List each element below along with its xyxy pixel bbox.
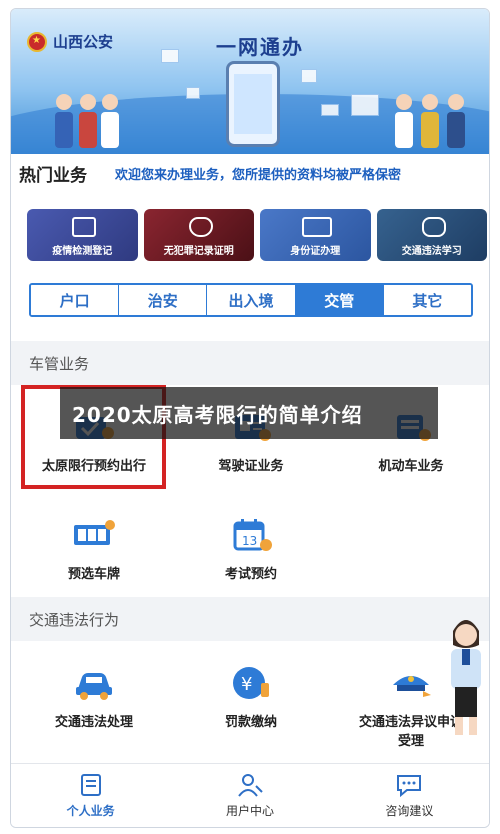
nav-label: 咨询建议 xyxy=(385,804,434,818)
police-cap-icon xyxy=(389,663,433,703)
license-plate-icon xyxy=(72,515,116,555)
chat-bubble-icon xyxy=(395,772,423,798)
banner-decoration xyxy=(186,87,200,99)
phone-illustration xyxy=(226,61,280,147)
svg-text:¥: ¥ xyxy=(241,674,252,695)
banner-title: 一网通办 xyxy=(216,35,304,59)
hot-card-label: 交通违法学习 xyxy=(401,246,462,257)
tab-public-security[interactable]: 治安 xyxy=(119,285,208,315)
hot-cards: 疫情检测登记 无犯罪记录证明 身份证办理 交通违法学习 xyxy=(27,209,487,261)
article-caption: 2020太原高考限行的简单介绍 xyxy=(60,387,438,439)
banner-logo-row: 山西公安 xyxy=(27,31,113,52)
service-label: 预选车牌 xyxy=(67,567,120,582)
vehicle-section-title: 车管业务 xyxy=(29,354,90,373)
violation-section-title: 交通违法行为 xyxy=(29,610,120,629)
violation-section-header: 交通违法行为 xyxy=(11,597,489,641)
form-edit-icon xyxy=(72,217,96,237)
tab-exit-entry[interactable]: 出入境 xyxy=(207,285,296,315)
customer-service-avatar[interactable] xyxy=(443,609,489,739)
hot-card-id-card[interactable]: 身份证办理 xyxy=(260,209,371,261)
nav-personal-business[interactable]: 个人业务 xyxy=(11,764,170,827)
car-icon xyxy=(421,217,446,237)
hot-section-title: 热门业务 xyxy=(19,165,87,186)
tab-hukou[interactable]: 户口 xyxy=(31,285,120,315)
banner-decoration xyxy=(351,94,379,116)
police-emblem-icon xyxy=(27,31,47,52)
person-illustration xyxy=(79,94,97,148)
nav-label: 用户中心 xyxy=(225,804,274,818)
service-violation-handling[interactable]: 交通违法处理 xyxy=(19,663,169,730)
top-banner: 山西公安 一网通办 xyxy=(11,9,489,154)
hot-card-traffic-study[interactable]: 交通违法学习 xyxy=(376,209,487,261)
nav-consult-advice[interactable]: 咨询建议 xyxy=(330,764,489,827)
bottom-navigation: 个人业务 用户中心 咨询建议 xyxy=(11,763,489,827)
hot-card-no-criminal-record[interactable]: 无犯罪记录证明 xyxy=(143,209,254,261)
person-illustration xyxy=(395,94,413,148)
person-illustration xyxy=(101,94,119,148)
svg-text:13: 13 xyxy=(242,534,257,548)
banner-decoration xyxy=(301,69,317,83)
hot-card-label: 无犯罪记录证明 xyxy=(163,246,234,257)
calendar-icon: 13 xyxy=(229,515,273,555)
service-label: 机动车业务 xyxy=(378,459,444,474)
hot-section-header: 热门业务 欢迎您来办理业务，您所提供的资料均被严格保密 xyxy=(11,155,489,191)
org-name: 山西公安 xyxy=(53,33,114,51)
service-label: 罚款缴纳 xyxy=(224,715,277,730)
person-illustration xyxy=(447,94,465,148)
document-stack-icon xyxy=(77,772,105,798)
person-illustration xyxy=(55,94,73,148)
banner-decoration xyxy=(161,49,179,63)
hot-card-label: 身份证办理 xyxy=(290,246,341,257)
nav-user-center[interactable]: 用户中心 xyxy=(170,764,329,827)
tab-other[interactable]: 其它 xyxy=(383,285,471,315)
nav-label: 个人业务 xyxy=(66,804,115,818)
service-fine-payment[interactable]: ¥ 罚款缴纳 xyxy=(176,663,326,730)
car-icon xyxy=(72,663,116,703)
service-exam-appointment[interactable]: 13 考试预约 xyxy=(176,515,326,582)
privacy-notice: 欢迎您来办理业务，您所提供的资料均被严格保密 xyxy=(115,167,402,183)
service-label: 驾驶证业务 xyxy=(218,459,284,474)
person-illustration xyxy=(421,94,439,148)
service-label: 考试预约 xyxy=(224,567,277,582)
user-edit-icon xyxy=(236,772,264,798)
tab-traffic[interactable]: 交管 xyxy=(295,285,384,315)
shield-icon xyxy=(188,217,213,237)
vehicle-section-header: 车管业务 xyxy=(11,341,489,385)
hot-card-label: 疫情检测登记 xyxy=(52,246,113,257)
banner-decoration xyxy=(321,104,339,116)
id-card-icon xyxy=(302,217,332,237)
category-tabs: 户口 治安 出入境 交管 其它 xyxy=(29,283,473,317)
service-label: 交通违法处理 xyxy=(54,715,133,730)
yuan-payment-icon: ¥ xyxy=(229,663,273,703)
service-license-plate[interactable]: 预选车牌 xyxy=(19,515,169,582)
hot-card-epidemic[interactable]: 疫情检测登记 xyxy=(27,209,138,261)
